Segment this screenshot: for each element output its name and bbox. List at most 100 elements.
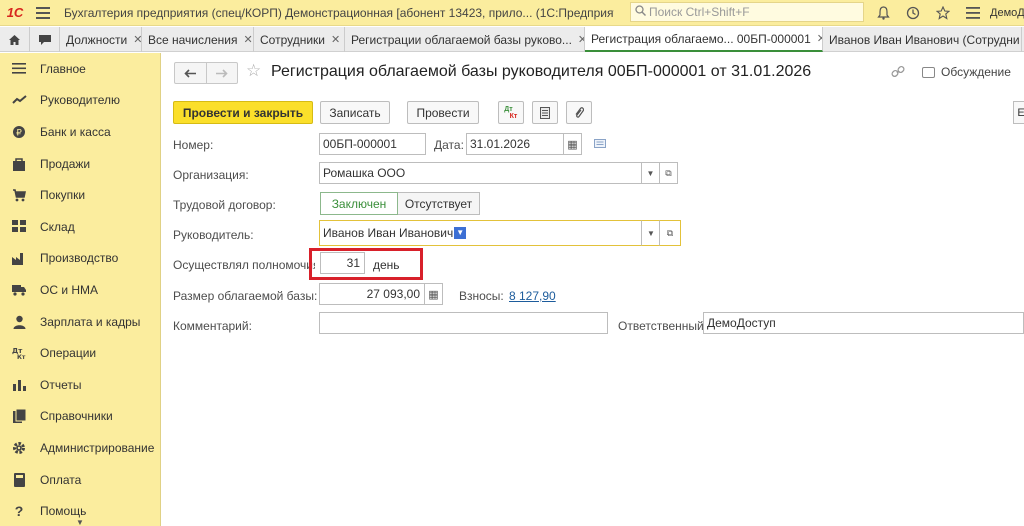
svg-text:₽: ₽ (16, 128, 22, 138)
tab-employees[interactable]: Сотрудники ✕ (254, 27, 345, 52)
tab-ivanov[interactable]: Иванов Иван Иванович (Сотрудни (823, 27, 1022, 52)
sidebar-item-sales[interactable]: Продажи (0, 148, 160, 180)
search-placeholder: Поиск Ctrl+Shift+F (649, 5, 750, 19)
chevron-down-icon: ▼ (646, 168, 655, 178)
sidebar-item-catalogs[interactable]: Справочники (0, 401, 160, 433)
tab-label: Все начисления (148, 32, 238, 47)
sidebar-item-reports[interactable]: Отчеты (0, 369, 160, 401)
back-arrow-icon[interactable] (175, 63, 207, 83)
open-icon: ⧉ (666, 227, 674, 238)
tab-positions[interactable]: Должности ✕ (60, 27, 142, 52)
chat-icon (38, 34, 51, 45)
history-icon[interactable] (898, 2, 928, 24)
tab-registration-document[interactable]: Регистрация облагаемо... 00БП-000001✕ (585, 27, 823, 52)
tab-registrations-list[interactable]: Регистрации облагаемой базы руково... ✕ (345, 27, 585, 52)
organization-dropdown-button[interactable]: ▼ (641, 162, 660, 184)
tab-all-accruals[interactable]: Все начисления ✕ (142, 27, 254, 52)
trend-icon (11, 92, 27, 108)
post-and-close-button[interactable]: Провести и закрыть (173, 101, 313, 124)
main-menu-button[interactable] (30, 0, 56, 26)
contributions-link[interactable]: 8 127,90 (509, 289, 556, 303)
save-button[interactable]: Записать (320, 101, 390, 124)
chevron-down-icon: ▼ (647, 228, 655, 238)
comment-note-icon[interactable] (594, 138, 606, 152)
help-icon: ? (14, 503, 24, 520)
document-list-icon (540, 106, 550, 119)
contract-label: Трудовой договор: (173, 198, 276, 212)
contract-absent-option[interactable]: Отсутствует (398, 192, 480, 215)
director-open-button[interactable]: ⧉ (659, 220, 681, 246)
director-label: Руководитель: (173, 228, 254, 242)
organization-open-button[interactable]: ⧉ (659, 162, 678, 184)
messages-tab[interactable] (30, 27, 60, 52)
sidebar-item-payroll[interactable]: Зарплата и кадры (0, 306, 160, 338)
organization-field[interactable]: Ромашка ООО (319, 162, 642, 184)
svg-text:Кт: Кт (17, 354, 26, 360)
settings-list-icon[interactable] (958, 2, 988, 24)
history-nav (174, 62, 238, 84)
payment-icon (11, 472, 27, 488)
sidebar-item-operations[interactable]: Дт Кт Операции (0, 337, 160, 369)
powers-label: Осуществлял полномочия: (173, 258, 315, 272)
sidebar-item-director[interactable]: Руководителю (0, 85, 160, 117)
menu-icon (11, 61, 27, 77)
dt-kt-button[interactable]: Дт Кт (498, 101, 524, 124)
close-icon[interactable]: ✕ (133, 33, 141, 46)
post-button[interactable]: Провести (407, 101, 479, 124)
text-cursor-marker-icon: ▼ (454, 227, 467, 239)
tab-label: Должности (66, 32, 128, 47)
highlight-annotation (309, 248, 423, 280)
open-icon: ⧉ (665, 167, 672, 178)
close-icon[interactable]: ✕ (331, 33, 340, 46)
more-actions-button[interactable]: E (1013, 101, 1024, 124)
sidebar-item-administration[interactable]: Администрирование (0, 432, 160, 464)
calendar-button[interactable]: ▦ (563, 133, 582, 155)
home-tab[interactable] (0, 27, 30, 52)
sidebar-item-main[interactable]: Главное (0, 53, 160, 85)
sidebar-item-fixed-assets[interactable]: ОС и НМА (0, 274, 160, 306)
close-icon[interactable]: ✕ (578, 33, 584, 46)
factory-icon (11, 250, 27, 266)
app-logo: 1С (6, 5, 24, 20)
search-icon (635, 5, 646, 19)
attach-file-button[interactable] (566, 101, 592, 124)
sidebar-item-bank[interactable]: ₽ Банк и касса (0, 116, 160, 148)
page-title: Регистрация облагаемой базы руководителя… (271, 63, 812, 80)
sidebar-item-payment[interactable]: Оплата (0, 464, 160, 496)
sections-sidebar: Главное Руководителю ₽ Банк и касса Прода… (0, 53, 161, 526)
sidebar-item-purchases[interactable]: Покупки (0, 179, 160, 211)
sidebar-scroll-down-icon[interactable]: ▼ (0, 518, 160, 526)
discussion-button[interactable]: Обсуждение (922, 65, 1011, 79)
forward-arrow-icon[interactable] (207, 63, 238, 83)
organization-label: Организация: (173, 168, 249, 182)
close-icon[interactable]: ✕ (244, 33, 253, 46)
number-field[interactable]: 00БП-000001 (319, 133, 426, 155)
warehouse-icon (11, 219, 27, 235)
print-list-button[interactable] (532, 101, 558, 124)
link-icon[interactable] (891, 65, 905, 82)
favorite-star-icon[interactable]: ☆ (246, 61, 261, 81)
director-dropdown-button[interactable]: ▼ (641, 220, 660, 246)
number-label: Номер: (173, 138, 214, 152)
sidebar-item-warehouse[interactable]: Склад (0, 211, 160, 243)
calculator-button[interactable]: ▦ (424, 283, 443, 305)
person-icon (11, 314, 27, 330)
director-field[interactable]: Иванов Иван Иванович ▼ (319, 220, 642, 246)
responsible-field[interactable]: ДемоДоступ (703, 312, 1024, 334)
dt-kt-icon-part: Кт (509, 112, 518, 120)
tab-label: Регистрации облагаемой базы руково... (351, 32, 572, 47)
global-search-input[interactable]: Поиск Ctrl+Shift+F (630, 2, 864, 22)
calculator-icon: ▦ (428, 288, 439, 301)
favorites-star-icon[interactable] (928, 2, 958, 24)
comment-field[interactable] (319, 312, 608, 334)
date-field[interactable]: 31.01.2026 (466, 133, 564, 155)
calendar-icon: ▦ (567, 138, 578, 151)
contract-concluded-option[interactable]: Заключен (320, 192, 398, 215)
bar-chart-icon (11, 377, 27, 393)
books-icon (11, 408, 27, 424)
taxable-base-field[interactable]: 27 093,00 (319, 283, 425, 305)
bell-icon[interactable] (868, 2, 898, 24)
tab-label: Иванов Иван Иванович (Сотрудни (829, 32, 1020, 47)
sidebar-item-production[interactable]: Производство (0, 243, 160, 275)
current-user[interactable]: ДемоД (990, 7, 1024, 19)
